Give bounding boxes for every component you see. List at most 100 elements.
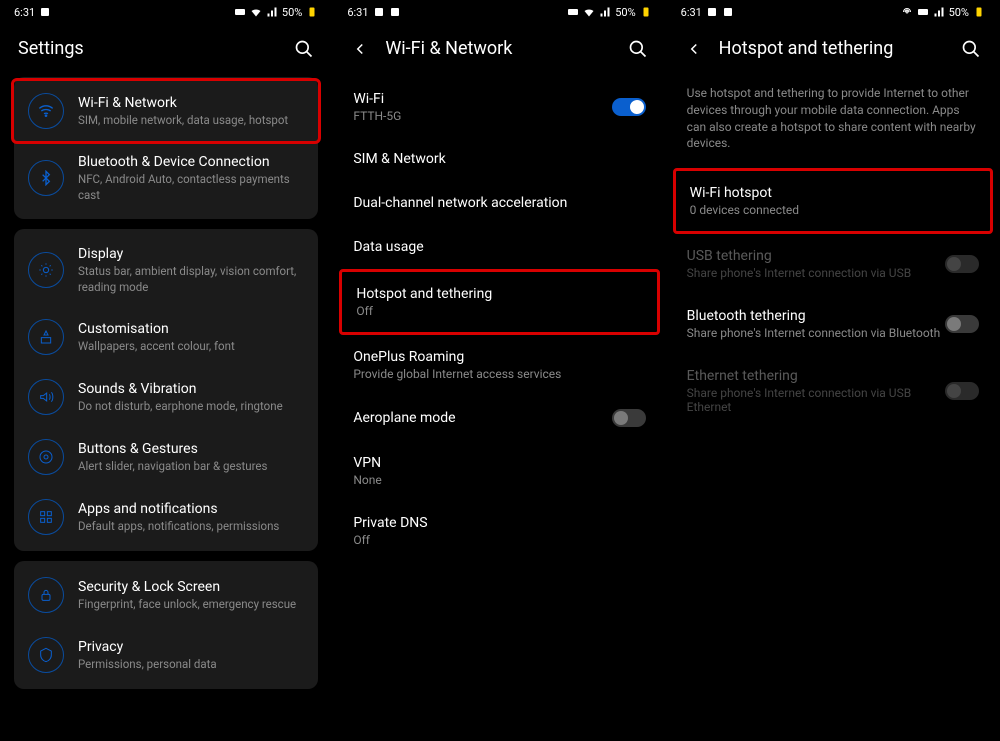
item-sub: 0 devices connected bbox=[690, 203, 976, 217]
item-title: Data usage bbox=[353, 239, 645, 255]
item-wifi[interactable]: Wi-Fi FTTH-5G bbox=[333, 77, 665, 137]
item-sub: Permissions, personal data bbox=[78, 657, 304, 673]
item-sub: Provide global Internet access services bbox=[353, 367, 645, 381]
item-title: Private DNS bbox=[353, 515, 645, 531]
item-usb-tethering: USB tethering Share phone's Internet con… bbox=[667, 234, 999, 294]
search-button[interactable] bbox=[961, 39, 981, 59]
page-title: Settings bbox=[18, 38, 278, 59]
item-dns[interactable]: Private DNS Off bbox=[333, 501, 665, 561]
item-sounds[interactable]: Sounds & Vibration Do not disturb, earph… bbox=[14, 367, 318, 427]
apps-icon bbox=[28, 499, 64, 535]
volte-icon bbox=[917, 6, 929, 18]
item-title: USB tethering bbox=[687, 248, 945, 264]
item-privacy[interactable]: Privacy Permissions, personal data bbox=[14, 625, 318, 685]
header: Settings bbox=[0, 24, 332, 77]
item-sim[interactable]: SIM & Network bbox=[333, 137, 665, 181]
status-bar: 6:31 50% bbox=[0, 0, 332, 24]
display-icon bbox=[28, 252, 64, 288]
back-button[interactable] bbox=[685, 40, 703, 58]
item-wifi-hotspot[interactable]: Wi-Fi hotspot 0 devices connected bbox=[676, 171, 990, 231]
status-time: 6:31 bbox=[681, 6, 702, 19]
item-title: Buttons & Gestures bbox=[78, 440, 304, 458]
group-connections: Wi-Fi & Network SIM, mobile network, dat… bbox=[14, 77, 318, 219]
hotspot-icon bbox=[901, 6, 913, 18]
bt-toggle[interactable] bbox=[945, 315, 979, 333]
image-icon bbox=[373, 6, 385, 18]
item-sub: Wallpapers, accent colour, font bbox=[78, 339, 304, 355]
item-data-usage[interactable]: Data usage bbox=[333, 225, 665, 269]
item-title: SIM & Network bbox=[353, 151, 645, 167]
item-eth-tethering: Ethernet tethering Share phone's Interne… bbox=[667, 354, 999, 428]
search-button[interactable] bbox=[294, 39, 314, 59]
group-security: Security & Lock Screen Fingerprint, face… bbox=[14, 561, 318, 689]
item-wifi-network[interactable]: Wi-Fi & Network SIM, mobile network, dat… bbox=[14, 81, 318, 141]
signal-icon bbox=[599, 6, 611, 18]
item-sub: Off bbox=[353, 533, 645, 547]
item-title: Wi-Fi hotspot bbox=[690, 185, 976, 201]
item-sub: Status bar, ambient display, vision comf… bbox=[78, 264, 304, 295]
item-dual-channel[interactable]: Dual-channel network acceleration bbox=[333, 181, 665, 225]
screen-hotspot-tethering: 6:31 50% Hotspot and tethering Use hotsp… bbox=[667, 0, 1000, 741]
battery-icon bbox=[640, 6, 652, 18]
screen-wifi-network: 6:31 50% Wi-Fi & Network Wi-Fi FTTH-5G bbox=[333, 0, 666, 741]
status-time: 6:31 bbox=[14, 6, 35, 19]
item-sub: Share phone's Internet connection via US… bbox=[687, 266, 945, 280]
item-display[interactable]: Display Status bar, ambient display, vis… bbox=[14, 233, 318, 307]
battery-icon bbox=[306, 6, 318, 18]
item-title: Bluetooth tethering bbox=[687, 308, 945, 324]
customisation-icon bbox=[28, 319, 64, 355]
item-title: Wi-Fi & Network bbox=[78, 94, 304, 112]
item-title: VPN bbox=[353, 455, 645, 471]
volte-icon bbox=[567, 6, 579, 18]
usb-toggle bbox=[945, 255, 979, 273]
item-sub: Do not disturb, earphone mode, ringtone bbox=[78, 399, 304, 415]
item-sub: Off bbox=[356, 304, 642, 318]
back-button[interactable] bbox=[351, 40, 369, 58]
lock-icon bbox=[28, 577, 64, 613]
item-title: Wi-Fi bbox=[353, 91, 611, 107]
aeroplane-toggle[interactable] bbox=[612, 409, 646, 427]
privacy-icon bbox=[28, 637, 64, 673]
battery-icon bbox=[973, 6, 985, 18]
status-bar: 6:31 50% bbox=[667, 0, 999, 24]
status-bar: 6:31 50% bbox=[333, 0, 665, 24]
item-title: Ethernet tethering bbox=[687, 368, 945, 384]
item-sub: Fingerprint, face unlock, emergency resc… bbox=[78, 597, 304, 613]
battery-percent: 50% bbox=[615, 6, 635, 19]
bluetooth-icon bbox=[28, 160, 64, 196]
gestures-icon bbox=[28, 439, 64, 475]
header: Hotspot and tethering bbox=[667, 24, 999, 77]
volte-icon bbox=[234, 6, 246, 18]
item-hotspot-tethering[interactable]: Hotspot and tethering Off bbox=[342, 272, 656, 332]
item-title: Sounds & Vibration bbox=[78, 380, 304, 398]
image-icon bbox=[706, 6, 718, 18]
item-vpn[interactable]: VPN None bbox=[333, 441, 665, 501]
item-title: Dual-channel network acceleration bbox=[353, 195, 645, 211]
wifi-icon bbox=[583, 6, 595, 18]
item-title: Display bbox=[78, 245, 304, 263]
eth-toggle bbox=[945, 382, 979, 400]
description: Use hotspot and tethering to provide Int… bbox=[667, 77, 999, 168]
item-title: Apps and notifications bbox=[78, 500, 304, 518]
signal-icon bbox=[266, 6, 278, 18]
item-sub: Share phone's Internet connection via Bl… bbox=[687, 326, 945, 340]
item-bluetooth[interactable]: Bluetooth & Device Connection NFC, Andro… bbox=[14, 141, 318, 215]
item-sub: Share phone's Internet connection via US… bbox=[687, 386, 945, 414]
item-title: Aeroplane mode bbox=[353, 410, 611, 426]
item-title: Security & Lock Screen bbox=[78, 578, 304, 596]
wifi-toggle[interactable] bbox=[612, 98, 646, 116]
item-aeroplane[interactable]: Aeroplane mode bbox=[333, 395, 665, 441]
group-device: Display Status bar, ambient display, vis… bbox=[14, 229, 318, 551]
item-roaming[interactable]: OnePlus Roaming Provide global Internet … bbox=[333, 335, 665, 395]
page-title: Hotspot and tethering bbox=[719, 38, 945, 59]
screenshot-icon bbox=[39, 6, 51, 18]
item-apps[interactable]: Apps and notifications Default apps, not… bbox=[14, 487, 318, 547]
item-bt-tethering[interactable]: Bluetooth tethering Share phone's Intern… bbox=[667, 294, 999, 354]
sound-icon bbox=[28, 379, 64, 415]
item-sub: FTTH-5G bbox=[353, 109, 611, 123]
item-security[interactable]: Security & Lock Screen Fingerprint, face… bbox=[14, 565, 318, 625]
screenshot-icon bbox=[722, 6, 734, 18]
item-customisation[interactable]: Customisation Wallpapers, accent colour,… bbox=[14, 307, 318, 367]
search-button[interactable] bbox=[628, 39, 648, 59]
item-buttons[interactable]: Buttons & Gestures Alert slider, navigat… bbox=[14, 427, 318, 487]
